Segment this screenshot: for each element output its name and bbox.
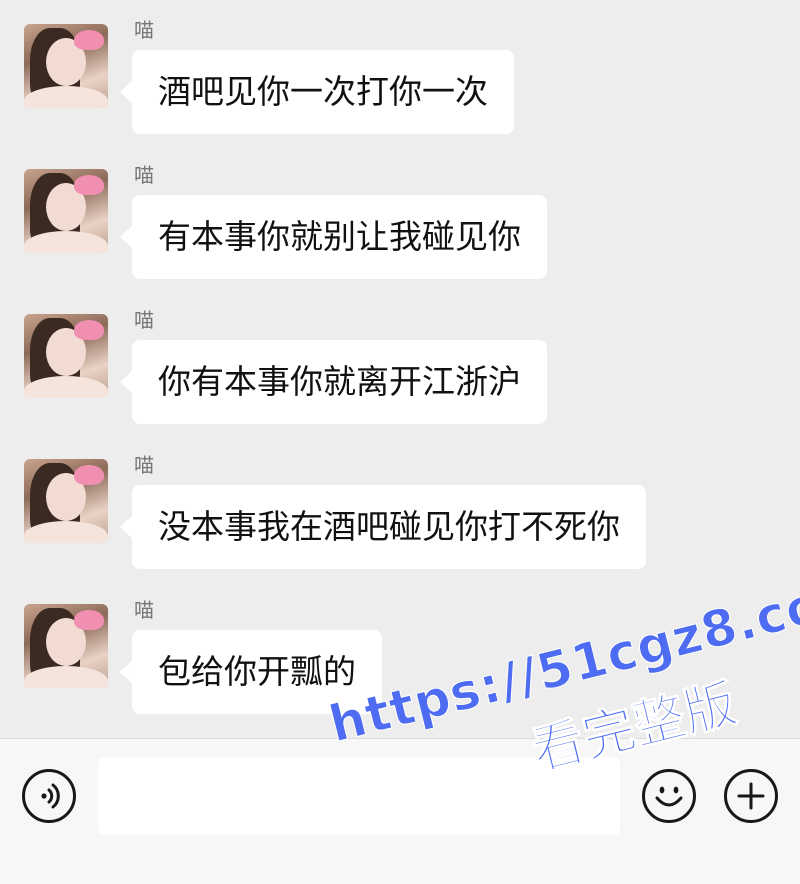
message-bubble[interactable]: 包给你开瓢的	[120, 630, 382, 714]
voice-icon	[41, 783, 60, 809]
sender-name: 喵	[134, 453, 154, 477]
sender-name: 喵	[134, 598, 154, 622]
sender-avatar[interactable]	[24, 24, 108, 108]
voice-button[interactable]	[22, 769, 76, 823]
message-bubble[interactable]: 没本事我在酒吧碰见你打不死你	[120, 485, 646, 569]
message-row: 喵 酒吧见你一次打你一次	[0, 0, 800, 140]
message-row: 喵 你有本事你就离开江浙沪	[0, 290, 800, 430]
sender-avatar[interactable]	[24, 314, 108, 398]
message-bubble[interactable]: 酒吧见你一次打你一次	[120, 50, 514, 134]
message-row: 喵 有本事你就别让我碰见你	[0, 145, 800, 285]
sender-name: 喵	[134, 308, 154, 332]
message-row: 喵 没本事我在酒吧碰见你打不死你	[0, 435, 800, 575]
message-row: 喵 包给你开瓢的	[0, 580, 800, 720]
message-bubble[interactable]: 你有本事你就离开江浙沪	[120, 340, 547, 424]
message-input[interactable]	[98, 757, 620, 835]
plus-icon	[737, 782, 765, 810]
input-bar	[0, 738, 800, 884]
message-bubble[interactable]: 有本事你就别让我碰见你	[120, 195, 547, 279]
sender-name: 喵	[134, 163, 154, 187]
sender-avatar[interactable]	[24, 169, 108, 253]
sender-avatar[interactable]	[24, 459, 108, 543]
sender-name: 喵	[134, 18, 154, 42]
emoji-icon	[655, 786, 683, 807]
emoji-button[interactable]	[642, 769, 696, 823]
plus-button[interactable]	[724, 769, 778, 823]
sender-avatar[interactable]	[24, 604, 108, 688]
chat-message-list[interactable]: 喵 酒吧见你一次打你一次 喵 有本事你就别让我碰见你 喵 你有本事你就离开江浙沪…	[0, 0, 800, 738]
